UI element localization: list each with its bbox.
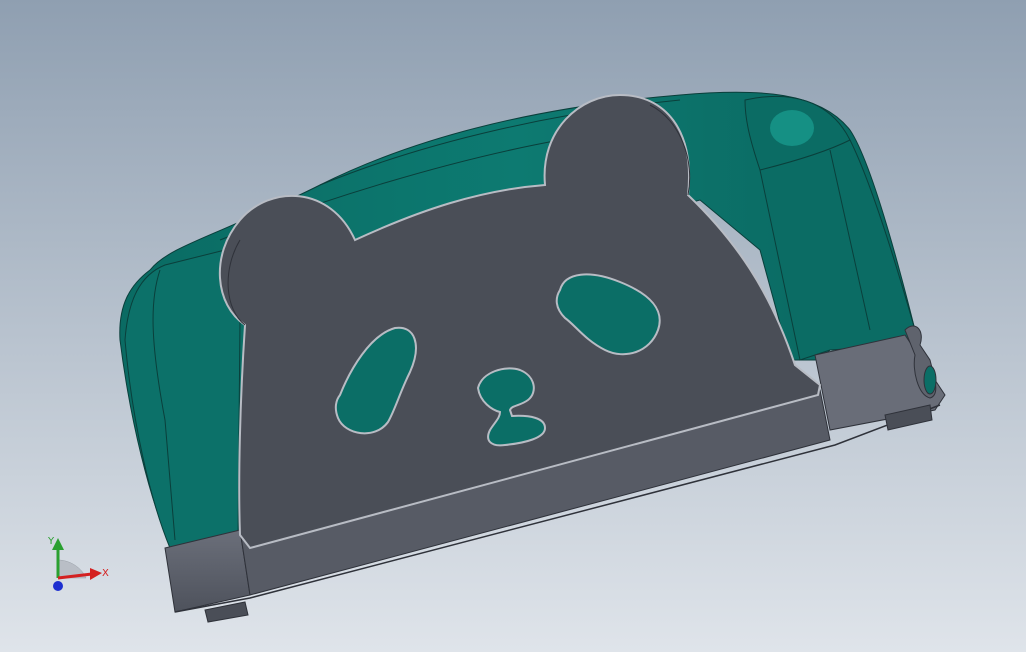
graphics-viewport[interactable]: Y X [0, 0, 1026, 652]
model-view[interactable]: Y X [0, 0, 1026, 652]
triad-z-axis [53, 581, 63, 591]
triad-x-label: X [102, 568, 109, 579]
triad-y-label: Y [47, 536, 55, 547]
base-slot-right [923, 365, 937, 395]
shell-corner-highlight [770, 110, 814, 146]
